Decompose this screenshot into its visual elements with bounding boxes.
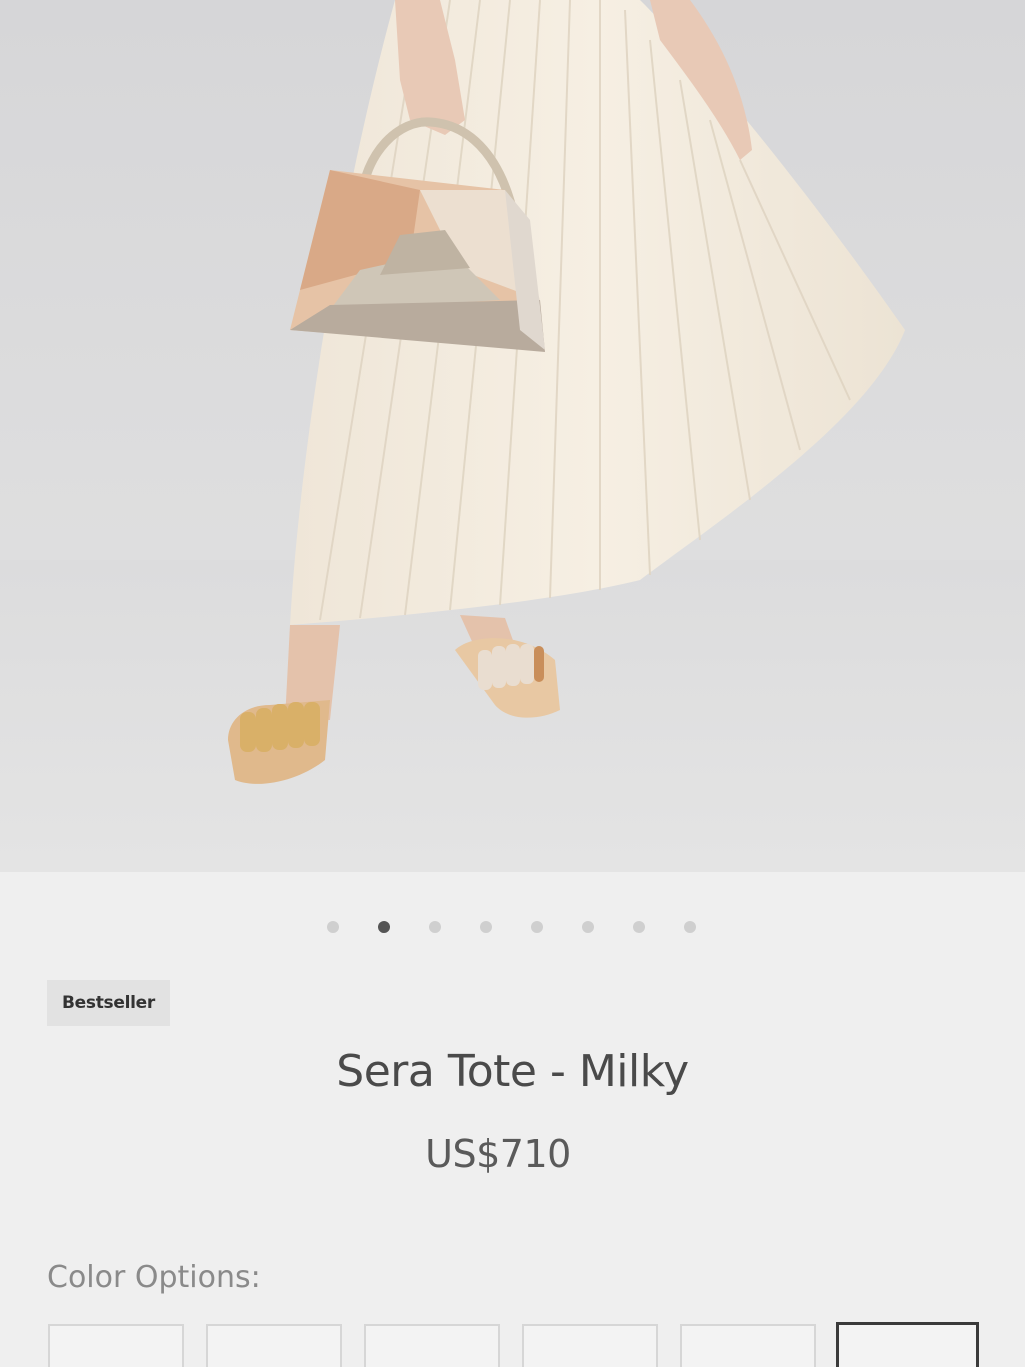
color-swatch-selected[interactable]: [836, 1322, 979, 1367]
carousel-dot[interactable]: [531, 921, 543, 933]
color-swatch[interactable]: [48, 1324, 184, 1367]
color-swatch[interactable]: [206, 1324, 342, 1367]
carousel-pagination: [0, 918, 1025, 936]
color-swatch[interactable]: [364, 1324, 500, 1367]
carousel-dot[interactable]: [327, 921, 339, 933]
carousel-dot[interactable]: [480, 921, 492, 933]
bestseller-badge: Bestseller: [47, 980, 170, 1026]
product-title: Sera Tote - Milky: [336, 1046, 689, 1097]
carousel-dot-active[interactable]: [378, 921, 390, 933]
carousel-dot[interactable]: [684, 921, 696, 933]
carousel-dot[interactable]: [582, 921, 594, 933]
product-photo-illustration: [0, 0, 1025, 872]
product-price: US$710: [425, 1132, 571, 1176]
color-swatch[interactable]: [522, 1324, 658, 1367]
color-options-label: Color Options:: [47, 1260, 261, 1295]
product-image[interactable]: [0, 0, 1025, 872]
color-swatch[interactable]: [680, 1324, 816, 1367]
product-page: Bestseller Sera Tote - Milky US$710 Colo…: [0, 0, 1025, 1367]
carousel-dot[interactable]: [633, 921, 645, 933]
carousel-dot[interactable]: [429, 921, 441, 933]
